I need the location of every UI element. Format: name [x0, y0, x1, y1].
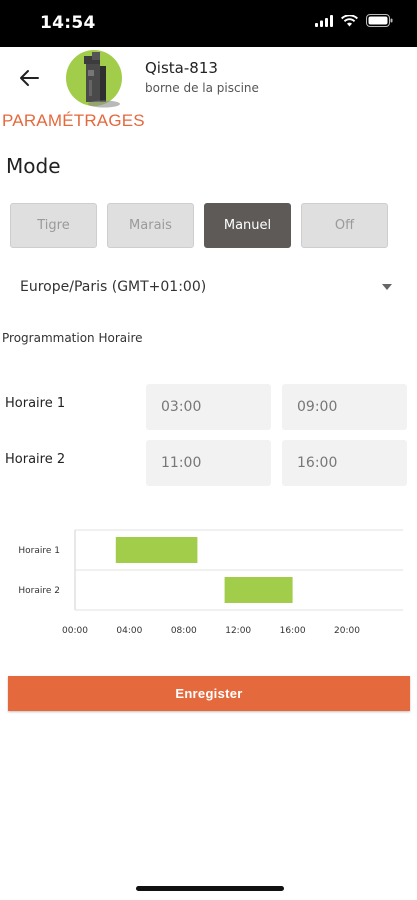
arrow-left-icon	[20, 70, 39, 86]
signal-icon	[315, 14, 333, 27]
schedule-2-end-input[interactable]: 16:00	[282, 440, 407, 486]
chart-category-label: Horaire 1	[18, 546, 60, 556]
device-subtitle: borne de la piscine	[145, 81, 259, 95]
caret-down-icon	[382, 284, 392, 290]
chart-x-tick-label: 16:00	[280, 626, 306, 636]
timezone-select[interactable]: Europe/Paris (GMT+01:00)	[20, 272, 396, 302]
mode-button-tigre[interactable]: Tigre	[10, 203, 97, 248]
chart-x-tick-label: 08:00	[171, 626, 197, 636]
programming-label: Programmation Horaire	[2, 331, 143, 345]
status-time: 14:54	[40, 13, 96, 33]
chart-x-tick-label: 20:00	[334, 626, 360, 636]
chart-x-tick-label: 12:00	[225, 626, 251, 636]
chart-bar	[224, 577, 293, 603]
status-icons	[315, 14, 393, 27]
chart-bar	[115, 537, 198, 563]
back-button[interactable]	[14, 64, 44, 92]
chart-x-tick-label: 00:00	[62, 626, 88, 636]
device-name: Qista-813	[145, 59, 218, 77]
chart-x-tick-label: 04:00	[116, 626, 142, 636]
schedule-1-start-input[interactable]: 03:00	[146, 384, 271, 430]
mode-label: Mode	[6, 154, 61, 178]
schedule-1-label: Horaire 1	[5, 396, 66, 411]
mode-button-off[interactable]: Off	[301, 203, 388, 248]
device-avatar	[66, 50, 122, 108]
status-bar: 14:54	[0, 0, 417, 47]
schedule-1-end-input[interactable]: 09:00	[282, 384, 407, 430]
pool-terminal-icon	[84, 52, 120, 108]
timezone-value: Europe/Paris (GMT+01:00)	[20, 279, 207, 295]
mode-button-manuel[interactable]: Manuel	[204, 203, 291, 248]
mode-selector: Tigre Marais Manuel Off	[10, 203, 388, 248]
schedule-2-start-input[interactable]: 11:00	[146, 440, 271, 486]
mode-button-marais[interactable]: Marais	[107, 203, 194, 248]
save-button[interactable]: Enregister	[8, 676, 410, 711]
schedule-2-label: Horaire 2	[5, 452, 66, 467]
wifi-icon	[341, 14, 358, 26]
schedule-chart: Horaire 1 Horaire 2 00:00 04:00 08:00 12:00 16…	[18, 529, 403, 636]
home-indicator	[136, 886, 284, 891]
section-title: PARAMÉTRAGES	[2, 111, 145, 130]
chart-category-label: Horaire 2	[18, 586, 60, 596]
battery-icon	[366, 14, 393, 27]
